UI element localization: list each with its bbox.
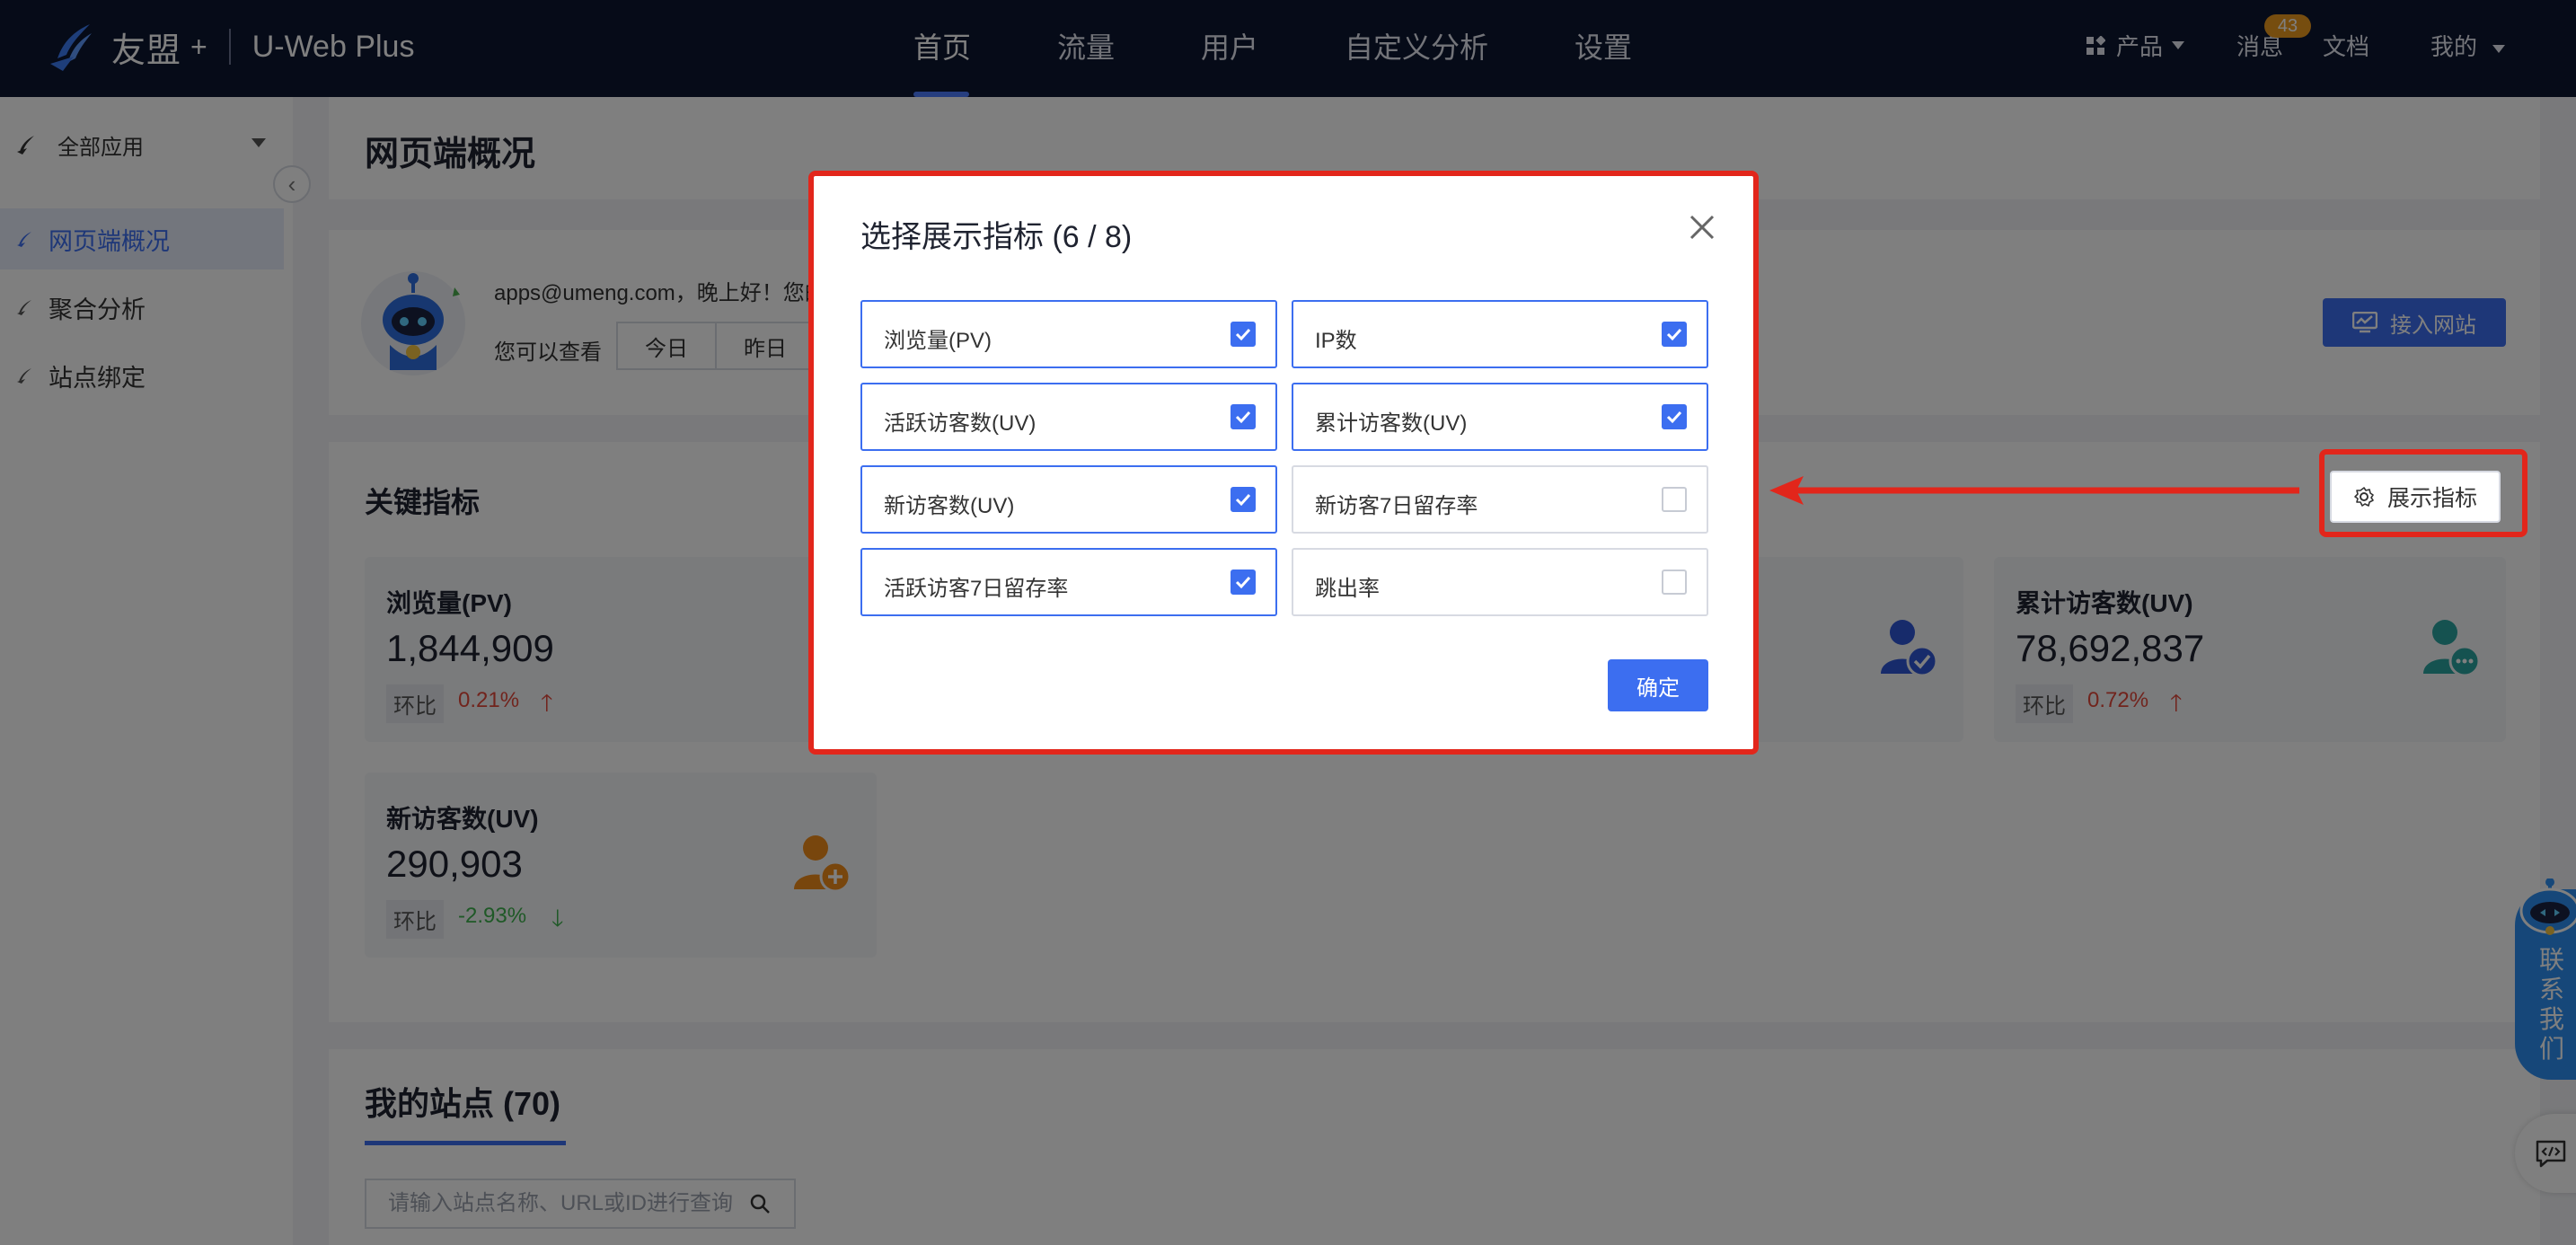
close-icon[interactable] bbox=[1683, 208, 1721, 246]
option-label: IP数 bbox=[1315, 329, 1357, 353]
metric-option-bounce-rate[interactable]: 跳出率 bbox=[1292, 548, 1708, 616]
checkmark-icon bbox=[1235, 493, 1251, 507]
dialog-title: 选择展示指标 (6 / 8) bbox=[860, 220, 1133, 254]
checkbox[interactable] bbox=[1662, 322, 1687, 347]
checkmark-icon bbox=[1666, 328, 1682, 341]
show-metrics-label: 展示指标 bbox=[2386, 486, 2477, 511]
metric-option-active-visitors[interactable]: 活跃访客数(UV) bbox=[860, 383, 1277, 451]
checkbox[interactable] bbox=[1231, 322, 1256, 347]
checkbox[interactable] bbox=[1662, 570, 1687, 595]
checkmark-icon bbox=[1235, 411, 1251, 424]
option-label: 跳出率 bbox=[1315, 577, 1380, 601]
option-label: 浏览量(PV) bbox=[884, 329, 992, 353]
show-metrics-button-highlighted[interactable]: 展示指标 bbox=[2330, 471, 2501, 523]
gear-icon bbox=[2354, 487, 2374, 507]
metric-option-active-visitor-7d-retention[interactable]: 活跃访客7日留存率 bbox=[860, 548, 1277, 616]
checkbox[interactable] bbox=[1662, 404, 1687, 429]
checkbox[interactable] bbox=[1231, 404, 1256, 429]
checkmark-icon bbox=[1235, 328, 1251, 341]
metric-option-pv[interactable]: 浏览量(PV) bbox=[860, 300, 1277, 368]
metric-option-ip[interactable]: IP数 bbox=[1292, 300, 1708, 368]
checkbox[interactable] bbox=[1662, 487, 1687, 512]
annotation-arrow-icon bbox=[1769, 476, 2299, 505]
option-label: 新访客数(UV) bbox=[884, 494, 1015, 518]
option-label: 新访客7日留存率 bbox=[1315, 494, 1478, 518]
option-label: 活跃访客7日留存率 bbox=[884, 577, 1069, 601]
option-label: 累计访客数(UV) bbox=[1315, 411, 1468, 436]
checkmark-icon bbox=[1235, 576, 1251, 589]
metric-option-total-visitors[interactable]: 累计访客数(UV) bbox=[1292, 383, 1708, 451]
metric-option-new-visitors[interactable]: 新访客数(UV) bbox=[860, 465, 1277, 534]
checkbox[interactable] bbox=[1231, 487, 1256, 512]
option-label: 活跃访客数(UV) bbox=[884, 411, 1037, 436]
confirm-button[interactable]: 确定 bbox=[1608, 659, 1708, 711]
checkmark-icon bbox=[1666, 411, 1682, 424]
checkbox[interactable] bbox=[1231, 570, 1256, 595]
metric-option-new-visitor-7d-retention[interactable]: 新访客7日留存率 bbox=[1292, 465, 1708, 534]
